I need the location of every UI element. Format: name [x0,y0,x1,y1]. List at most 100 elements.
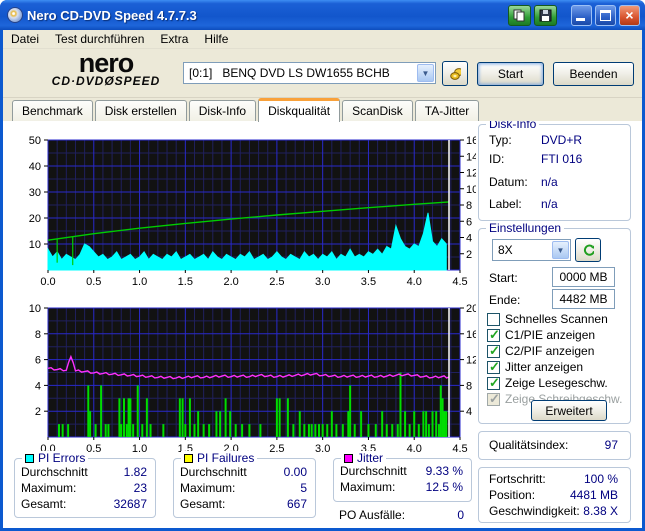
scan-end-input[interactable] [552,289,615,309]
disk-info-groupbox: Disk-Info Typ: DVD+R ID: FTI 016 Datum: n/a… [478,117,631,221]
checkbox-jitter[interactable]: Jitter anzeigen [487,359,583,375]
logo-text-cddvdspeed: CD·DVDØSPEED [51,74,161,88]
svg-text:2.5: 2.5 [269,443,284,455]
disk-info-label: Datum: [489,175,528,189]
maximize-button[interactable] [595,4,616,26]
checkbox-icon[interactable] [487,375,500,391]
close-button[interactable]: × [619,4,640,26]
svg-text:30: 30 [29,187,41,199]
checkbox-icon[interactable] [487,327,500,343]
stat-value: 23 [133,481,147,495]
eject-button[interactable] [442,61,468,86]
pi-failures-groupbox: PI Failures Durchschnitt 0.00 Maximum: 5 G… [173,451,316,518]
svg-text:2: 2 [466,249,472,261]
menu-datei[interactable]: Datei [3,30,47,48]
stat-label: Maximum: [180,481,236,495]
svg-text:16: 16 [466,135,476,147]
svg-text:8: 8 [466,200,472,212]
svg-text:0.0: 0.0 [40,276,55,288]
copy-to-clipboard-button[interactable] [508,4,531,26]
progress-value: 8.38 X [583,504,618,518]
pi-failures-title: PI Failures [197,451,255,465]
svg-text:10: 10 [29,303,41,315]
svg-text:50: 50 [29,135,41,147]
svg-text:1.0: 1.0 [132,443,147,455]
chevron-down-icon[interactable]: ▼ [552,241,569,259]
progress-box: Fortschritt: 100 % Position: 4481 MB Gesch… [478,467,631,523]
po-failures-value: 0 [457,508,464,522]
minimize-button[interactable] [571,4,592,26]
stat-value: 0.00 [283,465,307,479]
pi-errors-swatch [25,453,34,463]
speed-select-value: 8X [498,243,513,257]
progress-value: 100 % [583,472,618,486]
scan-start-input[interactable] [552,267,615,287]
checkbox-icon[interactable] [487,359,500,375]
refresh-button[interactable] [575,238,601,262]
tab-benchmark[interactable]: Benchmark [12,100,93,121]
diskquality-page: 0.0 0.5 1.0 1.5 2.0 2.5 3.0 3.5 4.0 4.5 10 20 30 40 50… [3,117,642,528]
nero-cd-dvd-speed-window: Nero CD-DVD Speed 4.7.7.3 × Datei Test d… [0,0,645,531]
menu-extra[interactable]: Extra [152,30,196,48]
start-button[interactable]: Start [477,62,544,86]
jitter-swatch [344,453,353,463]
checkbox-c1-pie[interactable]: C1/PIE anzeigen [487,327,595,343]
close-icon: × [625,6,634,23]
svg-text:2: 2 [35,406,41,418]
quality-index-value: 97 [604,438,618,452]
disk-info-value: n/a [541,175,558,189]
checkbox-c2-pif[interactable]: C2/PIF anzeigen [487,343,594,359]
tab-ta-jitter[interactable]: TA-Jitter [414,100,480,121]
advanced-button[interactable]: Erweitert [531,400,607,421]
jitter-title: Jitter [357,451,384,465]
svg-text:6: 6 [35,355,41,367]
checkbox-icon[interactable] [487,312,500,326]
svg-text:10: 10 [466,184,476,196]
svg-text:3.5: 3.5 [361,276,376,288]
drive-select[interactable]: [0:1] BENQ DVD LS DW1655 BCHB ▼ [183,62,436,84]
disk-info-value: DVD+R [541,133,583,147]
window-title: Nero CD-DVD Speed 4.7.7.3 [27,7,197,23]
svg-text:20: 20 [466,303,476,315]
stat-value: 9.33 % [425,464,463,478]
nero-logo: nero CD·DVDØSPEED [25,50,187,88]
disk-info-label: Label: [489,197,522,211]
stat-value: 12.5 % [425,480,463,494]
stat-label: Maximum: [340,480,396,494]
svg-text:2.0: 2.0 [223,276,238,288]
svg-text:3.0: 3.0 [315,276,330,288]
scan-start-label: Start: [489,271,518,285]
menu-test-durchfuehren[interactable]: Test durchführen [47,30,152,48]
pi-failures-jitter-chart: 0.0 0.5 1.0 1.5 2.0 2.5 3.0 3.5 4.0 4.52468104812… [29,303,476,455]
checkbox-icon[interactable] [487,343,500,359]
pi-errors-groupbox: PI Errors Durchschnitt 1.82 Maximum: 23 Ge… [14,451,156,518]
tab-diskqualitaet[interactable]: Diskqualität [258,98,341,122]
tab-disk-info[interactable]: Disk-Info [188,100,257,121]
tab-scandisk[interactable]: ScanDisk [342,100,413,121]
stat-label: Durchschnitt [340,464,407,478]
svg-text:0.5: 0.5 [86,276,101,288]
title-bar[interactable]: Nero CD-DVD Speed 4.7.7.3 × [0,0,645,30]
svg-text:1.5: 1.5 [178,276,193,288]
eject-icon [450,67,461,80]
svg-text:10: 10 [29,239,41,251]
chevron-down-icon[interactable]: ▼ [417,64,434,82]
quit-button[interactable]: Beenden [553,62,634,86]
stat-value: 1.82 [123,465,147,479]
stat-value: 5 [300,481,307,495]
checkbox-schnelles-scannen[interactable]: Schnelles Scannen [487,312,608,326]
stat-label: Gesamt: [21,497,67,511]
quality-index-box: Qualitätsindex: 97 [478,431,631,460]
refresh-icon [583,244,594,256]
save-button[interactable] [534,4,557,26]
svg-text:4.0: 4.0 [407,276,422,288]
progress-value: 4481 MB [569,488,618,502]
copy-icon [513,9,525,21]
svg-text:14: 14 [466,151,476,163]
maximize-icon [600,9,611,21]
tab-disk-erstellen[interactable]: Disk erstellen [94,100,187,121]
speed-select[interactable]: 8X ▼ [492,239,571,261]
checkbox-zeige-lesegeschw[interactable]: Zeige Lesegeschw. [487,375,608,391]
menu-hilfe[interactable]: Hilfe [196,30,236,48]
svg-text:8: 8 [35,329,41,341]
